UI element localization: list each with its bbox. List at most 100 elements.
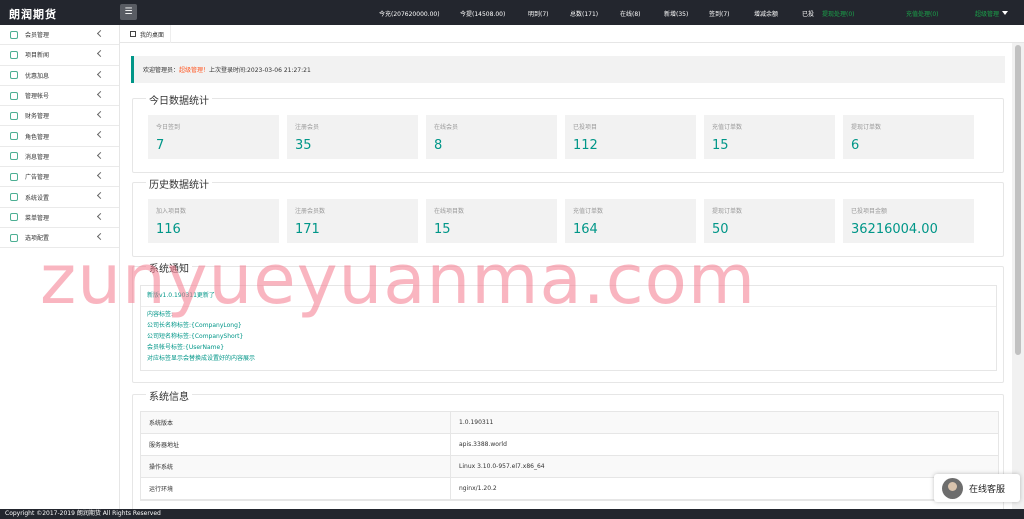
stat-label: 充值订单数 bbox=[712, 124, 743, 131]
home-icon bbox=[130, 31, 136, 37]
sidebar-item-label: 消息管理 bbox=[25, 153, 50, 161]
chevron-left-icon bbox=[96, 131, 105, 139]
top-bar: 朗润期货 ☰ 今充(207620000.00) 今提(14508.00) 明到(7)… bbox=[0, 0, 1024, 25]
stat-label: 已投项目金额 bbox=[851, 208, 888, 215]
table-row: 服务器地址 apis.3388.world bbox=[141, 434, 998, 456]
stat-label: 提现订单数 bbox=[851, 124, 882, 131]
topnav-item[interactable]: 签到(7) bbox=[709, 9, 730, 18]
today-stats: 今日数据统计 今日签到 7 注册会员 35 在线会员 8 已投项目 112 充值订单数 15 提现订… bbox=[132, 92, 1004, 173]
history-stats: 历史数据统计 加入项目数 116 注册会员数 171 在线项目数 15 充值订单数 164 提现… bbox=[132, 176, 1004, 257]
sidebar-item[interactable]: 角色管理 bbox=[0, 126, 119, 147]
notice-line: 会员帐号标签:{UserName} bbox=[147, 344, 225, 351]
stat-value: 8 bbox=[434, 138, 443, 153]
row-key: 运行环境 bbox=[141, 478, 451, 499]
topnav-item[interactable]: 明到(7) bbox=[528, 9, 549, 18]
stat-card: 在线项目数 15 bbox=[426, 199, 557, 243]
sidebar-item[interactable]: 选项配置 bbox=[0, 228, 119, 249]
notice-line: 公司长名称标签:{CompanyLong} bbox=[147, 322, 242, 329]
app-logo: 朗润期货 bbox=[9, 8, 57, 21]
online-service-button[interactable]: 在线客服 bbox=[934, 474, 1020, 502]
sidebar-item-label: 管理帐号 bbox=[25, 93, 50, 101]
notice-body: 新版v1.0.190311更新了 内容标签: 公司长名称标签:{CompanyLo… bbox=[140, 285, 997, 371]
sidebar-item[interactable]: 广告管理 bbox=[0, 167, 119, 188]
stat-label: 充值订单数 bbox=[573, 208, 604, 215]
menu-icon bbox=[10, 172, 18, 181]
table-row: 运行环境 nginx/1.20.2 bbox=[141, 478, 998, 500]
chevron-left-icon bbox=[96, 29, 105, 38]
topnav-item[interactable]: 增减余额 bbox=[754, 9, 778, 18]
stat-card: 已投项目金额 36216004.00 bbox=[843, 199, 974, 243]
sidebar-item[interactable]: 会员管理 bbox=[0, 25, 119, 46]
stat-value: 35 bbox=[295, 138, 312, 153]
sidebar-item[interactable]: 系统设置 bbox=[0, 187, 119, 208]
sidebar-item-label: 角色管理 bbox=[25, 133, 50, 141]
topnav-item[interactable]: 提现处理(0) bbox=[822, 9, 855, 18]
tab-my-desktop[interactable]: 我的桌面 bbox=[124, 25, 172, 43]
chevron-left-icon bbox=[96, 172, 105, 180]
topnav-label: 已投 bbox=[802, 11, 815, 18]
notice-line: 内容标签: bbox=[147, 311, 174, 318]
topnav-item[interactable]: 今充(207620000.00) bbox=[379, 9, 440, 18]
welcome-banner: 欢迎管理员： 超级管理！ 上次登录时间:2023-03-06 21:27:21 bbox=[131, 56, 1005, 83]
menu-icon bbox=[10, 30, 18, 39]
topnav-label: 在线(8) bbox=[620, 11, 641, 18]
stat-card: 注册会员 35 bbox=[287, 115, 418, 159]
menu-toggle-button[interactable]: ☰ bbox=[120, 4, 137, 20]
sysinfo-table: 系统版本 1.0.190311 服务器地址 apis.3388.world 操作系统 Li… bbox=[140, 411, 999, 501]
row-value: nginx/1.20.2 bbox=[459, 485, 497, 492]
stat-card: 今日签到 7 bbox=[148, 115, 279, 159]
scrollbar-thumb[interactable] bbox=[1015, 45, 1021, 355]
sidebar-item-label: 项目新闻 bbox=[25, 52, 50, 60]
topnav-item[interactable]: 在线(8) bbox=[620, 9, 641, 18]
main-content: 欢迎管理员： 超级管理！ 上次登录时间:2023-03-06 21:27:21 … bbox=[120, 43, 1012, 509]
topnav-label: 总数(171) bbox=[570, 11, 599, 18]
topnav-item[interactable]: 充值处理(0) bbox=[906, 9, 939, 18]
stat-value: 36216004.00 bbox=[851, 222, 938, 237]
topnav-label: 明到(7) bbox=[528, 11, 549, 18]
notice-title: 系统通知 bbox=[146, 260, 192, 275]
sidebar-item-label: 会员管理 bbox=[25, 32, 50, 40]
topnav-item[interactable]: 已投 bbox=[802, 9, 814, 18]
topnav-label: 提现处理(0) bbox=[822, 11, 855, 18]
menu-icon bbox=[10, 152, 18, 161]
sysinfo-title: 系统信息 bbox=[146, 388, 192, 403]
stat-value: 171 bbox=[295, 222, 320, 237]
topnav-item[interactable]: 超级管理 bbox=[975, 9, 1009, 18]
footer: Copyright ©2017-2019 朗润期货 All Rights Res… bbox=[0, 509, 1024, 519]
topnav-item[interactable]: 今提(14508.00) bbox=[460, 9, 505, 18]
stat-label: 提现订单数 bbox=[712, 208, 743, 215]
sidebar-item[interactable]: 项目新闻 bbox=[0, 45, 119, 66]
menu-icon bbox=[10, 132, 18, 141]
stat-value: 116 bbox=[156, 222, 181, 237]
topnav-label: 超级管理 bbox=[975, 11, 1000, 18]
stat-label: 今日签到 bbox=[156, 124, 181, 131]
table-row: 系统版本 1.0.190311 bbox=[141, 412, 998, 434]
row-value: apis.3388.world bbox=[459, 441, 507, 448]
sidebar-item[interactable]: 消息管理 bbox=[0, 147, 119, 168]
topnav-item[interactable]: 新增(35) bbox=[664, 9, 688, 18]
sidebar-item[interactable]: 菜单管理 bbox=[0, 208, 119, 228]
sidebar-item-label: 菜单管理 bbox=[25, 214, 50, 222]
menu-icon bbox=[10, 193, 18, 202]
stat-card: 充值订单数 15 bbox=[704, 115, 835, 159]
sidebar-item[interactable]: 管理帐号 bbox=[0, 86, 119, 107]
topnav-label: 签到(7) bbox=[709, 11, 730, 18]
menu-icon bbox=[10, 50, 18, 59]
chevron-left-icon bbox=[96, 70, 105, 78]
service-label: 在线客服 bbox=[969, 484, 1006, 495]
menu-icon bbox=[10, 213, 18, 222]
stat-label: 注册会员 bbox=[295, 124, 320, 131]
stat-card: 在线会员 8 bbox=[426, 115, 557, 159]
row-value: 1.0.190311 bbox=[459, 419, 494, 426]
scrollbar[interactable] bbox=[1012, 43, 1024, 509]
chevron-left-icon bbox=[96, 90, 105, 98]
sidebar-item[interactable]: 优惠加息 bbox=[0, 66, 119, 86]
chevron-left-icon bbox=[96, 151, 105, 159]
row-key: 系统版本 bbox=[141, 412, 451, 433]
last-login: 上次登录时间:2023-03-06 21:27:21 bbox=[209, 67, 311, 74]
notice-line: 对应标签显示会替换成设置好的内容展示 bbox=[147, 355, 256, 362]
stat-value: 50 bbox=[712, 222, 729, 237]
sidebar-item[interactable]: 财务管理 bbox=[0, 106, 119, 127]
chevron-left-icon bbox=[96, 232, 105, 241]
topnav-item[interactable]: 总数(171) bbox=[570, 9, 598, 18]
